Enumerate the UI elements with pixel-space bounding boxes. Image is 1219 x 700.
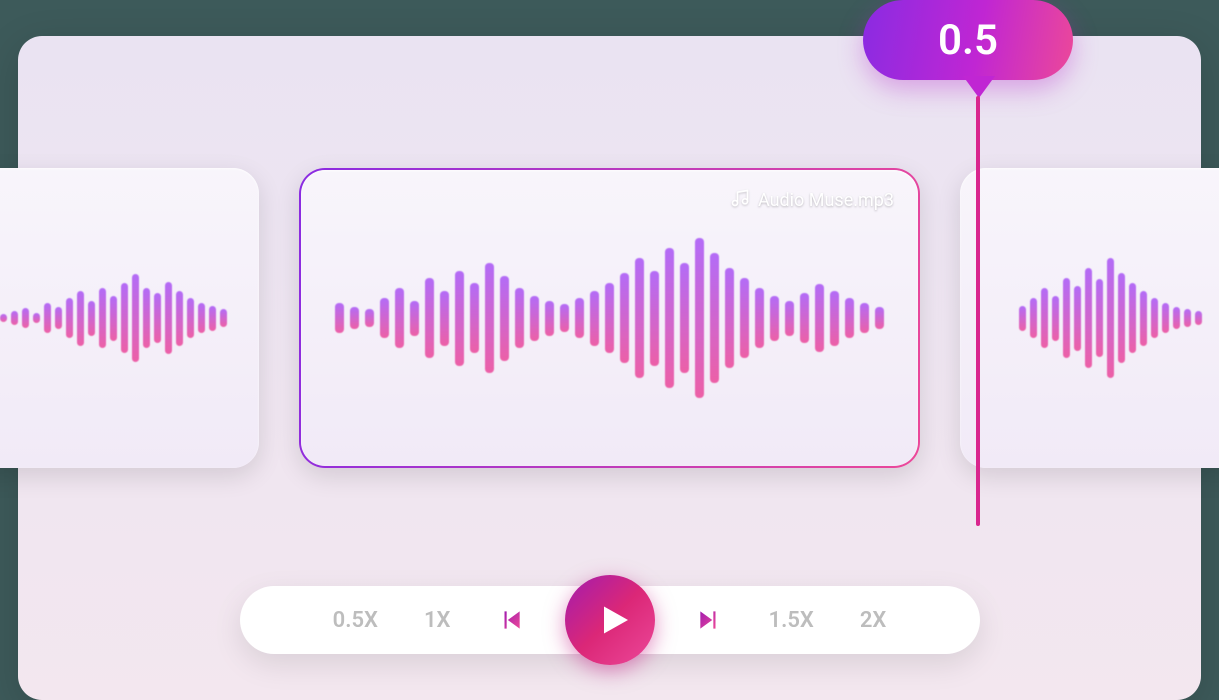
playhead-cursor[interactable] (976, 96, 980, 526)
speed-option-2x[interactable]: 2X (860, 608, 887, 633)
waveform (960, 168, 1219, 468)
audio-clip-selected[interactable]: Audio Muse.mp3 (299, 168, 920, 468)
audio-clip-previous[interactable] (0, 168, 259, 468)
audio-clip-next[interactable] (960, 168, 1219, 468)
waveform (0, 168, 259, 468)
clip-filename-label: Audio Muse.mp3 (730, 188, 894, 213)
track-row: Audio Muse.mp3 (0, 168, 1219, 468)
music-note-icon (730, 188, 750, 213)
playback-control-bar: 0.5X 1X 1.5X 2X (240, 586, 980, 654)
speed-indicator-bubble: 0.5 (863, 0, 1073, 80)
clip-filename-text: Audio Muse.mp3 (758, 190, 894, 211)
skip-back-button[interactable] (497, 606, 525, 634)
waveform (301, 170, 918, 466)
play-button[interactable] (565, 575, 655, 665)
audio-editor-panel: 0.5 Audio Muse.mp3 0.5X 1X (18, 36, 1201, 700)
skip-forward-button[interactable] (695, 606, 723, 634)
speed-option-1.5x[interactable]: 1.5X (769, 608, 814, 633)
speed-option-0.5x[interactable]: 0.5X (333, 608, 378, 633)
speed-indicator-value: 0.5 (938, 16, 998, 65)
speed-option-1x[interactable]: 1X (424, 608, 451, 633)
